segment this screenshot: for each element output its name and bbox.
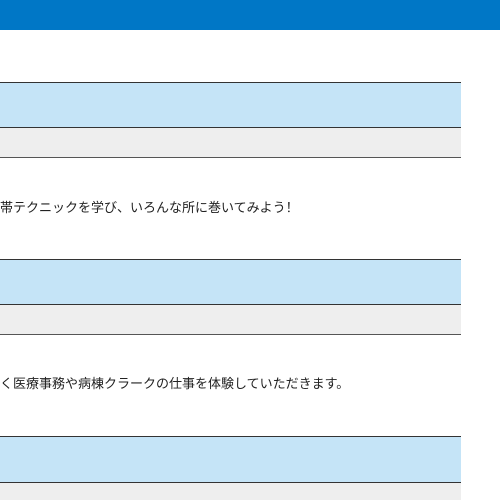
course-table-header bbox=[0, 436, 461, 483]
course-table-header bbox=[0, 259, 461, 305]
course-table-row bbox=[0, 483, 461, 500]
page: 帯テクニックを学び、いろんな所に巻いてみよう！ く医療事務や病棟クラークの仕事を… bbox=[0, 0, 500, 500]
course-table-row bbox=[0, 305, 461, 335]
course-table-row bbox=[0, 128, 461, 158]
course-table-header bbox=[0, 82, 461, 128]
course-description: 帯テクニックを学び、いろんな所に巻いてみよう！ bbox=[0, 201, 299, 216]
top-header-bar bbox=[0, 0, 500, 30]
course-description: く医療事務や病棟クラークの仕事を体験していただきます。 bbox=[0, 377, 350, 392]
